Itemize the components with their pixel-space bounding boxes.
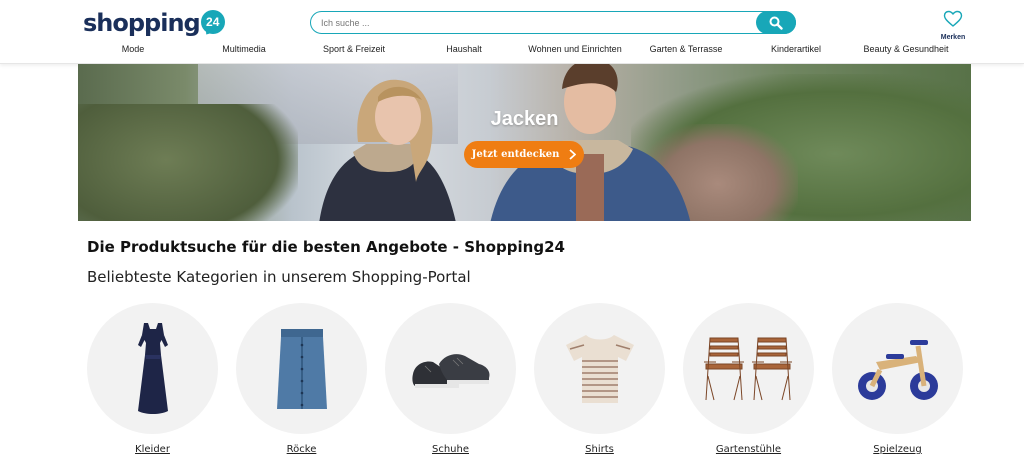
nav-item-sport-freizeit[interactable]: Sport & Freizeit (323, 44, 385, 54)
category-card-spielzeug[interactable]: Spielzeug (832, 303, 963, 457)
chevron-right-icon (569, 149, 577, 160)
category-card-gartenstuehle[interactable]: Gartenstühle (683, 303, 814, 457)
category-image-circle (683, 303, 814, 434)
garden-chair-icon (703, 337, 792, 400)
section-subtitle: Beliebteste Kategorien in unserem Shoppi… (87, 268, 471, 286)
category-card-shirts[interactable]: Shirts (534, 303, 665, 457)
banner-woman-figure (319, 79, 456, 221)
nav-item-beauty-gesundheit[interactable]: Beauty & Gesundheit (863, 44, 948, 54)
banner-cta-button[interactable]: Jetzt entdecken (464, 141, 584, 168)
logo-text: shopping (83, 9, 201, 37)
category-card-roecke[interactable]: Röcke (236, 303, 367, 457)
category-image-circle (87, 303, 218, 434)
dress-icon (137, 322, 168, 414)
banner-title: Jacken (490, 108, 559, 130)
category-image-circle (832, 303, 963, 434)
merken-button[interactable]: Merken (936, 10, 970, 41)
nav-item-haushalt[interactable]: Haushalt (446, 44, 482, 54)
page-title: Die Produktsuche für die besten Angebote… (87, 238, 565, 256)
logo-badge: 24 (200, 10, 225, 34)
category-nav: Mode Multimedia Sport & Freizeit Haushal… (0, 44, 1024, 58)
shopping24-logo[interactable]: shopping 24 (83, 9, 225, 37)
category-label[interactable]: Spielzeug (873, 444, 922, 455)
category-card-schuhe[interactable]: Schuhe (385, 303, 516, 457)
site-header: shopping 24 Merken Mode Multimedia Sport… (0, 0, 1024, 64)
hero-banner[interactable]: Jacken Jetzt entdecken (78, 64, 971, 221)
skirt-icon (276, 328, 327, 409)
sneaker-icon (411, 353, 490, 388)
category-card-kleider[interactable]: Kleider (87, 303, 218, 457)
category-label[interactable]: Röcke (287, 444, 317, 455)
heart-icon (943, 10, 963, 27)
balance-bike-icon (857, 339, 938, 400)
search-input[interactable] (321, 14, 751, 32)
search-button[interactable] (756, 11, 796, 34)
category-image-circle (385, 303, 516, 434)
nav-item-garten-terrasse[interactable]: Garten & Terrasse (650, 44, 723, 54)
category-label[interactable]: Shirts (585, 444, 614, 455)
nav-item-multimedia[interactable]: Multimedia (222, 44, 266, 54)
shirt-icon (565, 334, 634, 403)
nav-item-kinderartikel[interactable]: Kinderartikel (771, 44, 821, 54)
nav-item-mode[interactable]: Mode (122, 44, 145, 54)
category-image-circle (534, 303, 665, 434)
category-label[interactable]: Schuhe (432, 444, 469, 455)
nav-item-wohnen-einrichten[interactable]: Wohnen und Einrichten (528, 44, 621, 54)
category-image-circle (236, 303, 367, 434)
merken-label: Merken (940, 34, 966, 41)
banner-cta-label: Jetzt entdecken (471, 149, 560, 160)
category-label[interactable]: Kleider (135, 444, 170, 455)
search-icon (769, 16, 783, 30)
search-bar (310, 11, 796, 34)
category-label[interactable]: Gartenstühle (716, 444, 781, 455)
